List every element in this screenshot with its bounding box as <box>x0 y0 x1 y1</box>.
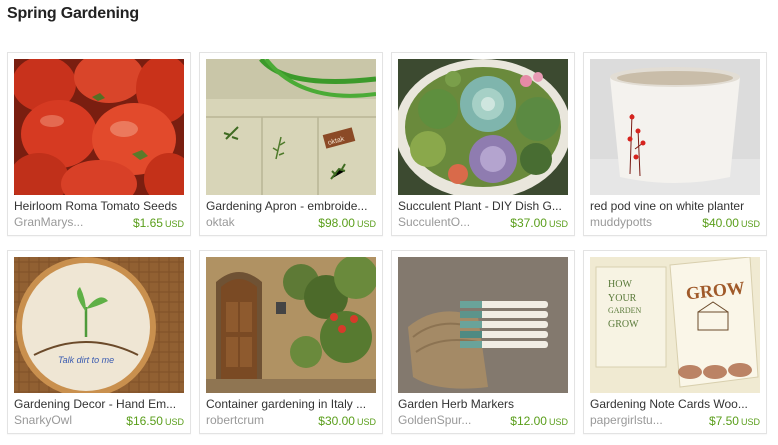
listing-image[interactable]: Talk dirt to me <box>14 257 184 393</box>
listing-image[interactable] <box>398 59 568 195</box>
shop-name[interactable]: SucculentO... <box>398 215 490 230</box>
price-amount: $98.00 <box>318 216 355 230</box>
listing-image[interactable]: HOW YOUR GARDEN GROW GROW <box>590 257 760 393</box>
price: $12.00 USD <box>510 413 568 430</box>
note-cards-image: HOW YOUR GARDEN GROW GROW <box>590 257 760 393</box>
price-amount: $12.00 <box>510 414 547 428</box>
price: $37.00 USD <box>510 215 568 232</box>
listing-card[interactable]: Succulent Plant - DIY Dish G... Succulen… <box>391 52 575 236</box>
price-currency: USD <box>740 417 760 427</box>
price: $16.50 USD <box>126 413 184 430</box>
listing-title[interactable]: Succulent Plant - DIY Dish G... <box>398 199 570 214</box>
price-currency: USD <box>548 219 568 229</box>
listing-card[interactable]: HOW YOUR GARDEN GROW GROW Gardening Note… <box>583 250 767 434</box>
listing-title[interactable]: Container gardening in Italy ... <box>206 397 378 412</box>
apron-image: oktak <box>206 59 376 195</box>
listing-title[interactable]: Gardening Note Cards Woo... <box>590 397 762 412</box>
listing-card[interactable]: Container gardening in Italy ... robertc… <box>199 250 383 434</box>
listing-image[interactable] <box>206 257 376 393</box>
price: $40.00 USD <box>702 215 760 232</box>
listing-image[interactable]: oktak <box>206 59 376 195</box>
shop-name[interactable]: muddypotts <box>590 215 682 230</box>
price: $1.65 USD <box>133 215 184 232</box>
listing-card[interactable]: Talk dirt to me Gardening Decor - Hand E… <box>7 250 191 434</box>
price-amount: $1.65 <box>132 216 163 230</box>
shop-name[interactable]: papergirlstu... <box>590 413 682 428</box>
embroidery-hoop-image: Talk dirt to me <box>14 257 184 393</box>
price-currency: USD <box>740 219 760 229</box>
shop-name[interactable]: SnarkyOwl <box>14 413 106 428</box>
card-text-garden: GARDEN <box>608 306 642 315</box>
listing-image[interactable] <box>398 257 568 393</box>
price-amount: $30.00 <box>318 414 355 428</box>
price: $98.00 USD <box>318 215 376 232</box>
shop-name[interactable]: oktak <box>206 215 298 230</box>
doorway-image <box>206 257 376 393</box>
listing-title[interactable]: Gardening Apron - embroide... <box>206 199 378 214</box>
card-text-grow: GROW <box>608 319 639 330</box>
price-amount: $37.00 <box>510 216 547 230</box>
listing-title[interactable]: Heirloom Roma Tomato Seeds <box>14 199 186 214</box>
price-currency: USD <box>164 417 184 427</box>
price-amount: $16.50 <box>126 414 163 428</box>
card-text-how: HOW <box>608 279 632 290</box>
listing-image[interactable] <box>14 59 184 195</box>
price: $7.50 USD <box>709 413 760 430</box>
listing-card[interactable]: Garden Herb Markers GoldenSpur... $12.00… <box>391 250 575 434</box>
listing-card[interactable]: oktak Gardening Apron - embroide... okta… <box>199 52 383 236</box>
card-text-your: YOUR <box>608 293 637 304</box>
listing-title[interactable]: red pod vine on white planter <box>590 199 762 214</box>
price-amount: $40.00 <box>702 216 739 230</box>
listing-title[interactable]: Garden Herb Markers <box>398 397 570 412</box>
price: $30.00 USD <box>318 413 376 430</box>
price-currency: USD <box>356 219 376 229</box>
listing-title[interactable]: Gardening Decor - Hand Em... <box>14 397 186 412</box>
hoop-text: Talk dirt to me <box>58 355 114 365</box>
listing-card[interactable]: Heirloom Roma Tomato Seeds GranMarys... … <box>7 52 191 236</box>
shop-name[interactable]: robertcrum <box>206 413 298 428</box>
herb-markers-image <box>398 257 568 393</box>
price-currency: USD <box>356 417 376 427</box>
listing-image[interactable] <box>590 59 760 195</box>
listing-card[interactable]: red pod vine on white planter muddypotts… <box>583 52 767 236</box>
planter-image <box>590 59 760 195</box>
price-currency: USD <box>548 417 568 427</box>
tomato-image <box>14 59 184 195</box>
page-title: Spring Gardening <box>7 5 139 22</box>
succulent-image <box>398 59 568 195</box>
shop-name[interactable]: GoldenSpur... <box>398 413 490 428</box>
shop-name[interactable]: GranMarys... <box>14 215 106 230</box>
price-currency: USD <box>164 219 184 229</box>
price-amount: $7.50 <box>708 414 739 428</box>
